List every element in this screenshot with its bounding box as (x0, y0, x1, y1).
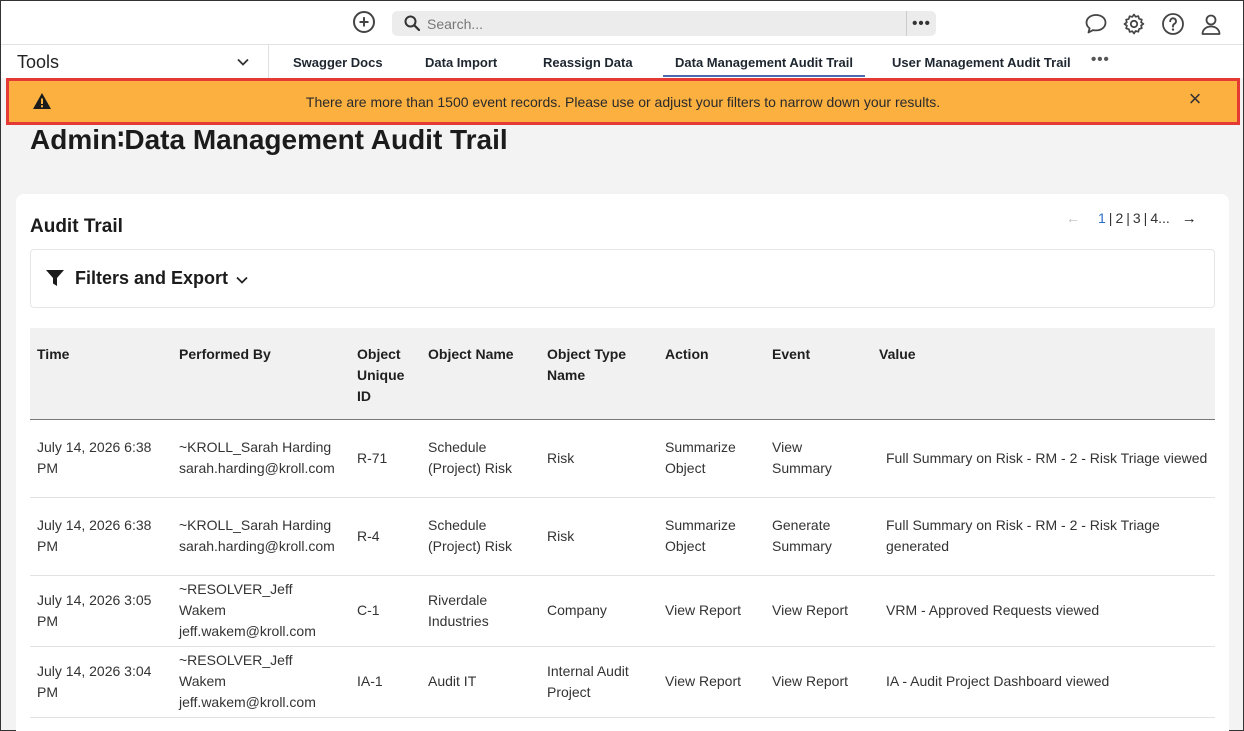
cell-object-id: C-1 (357, 602, 380, 618)
column-header-action[interactable]: Action (658, 328, 765, 419)
column-header-performed-by[interactable]: Performed By (172, 328, 350, 419)
cell-performed-by: ~KROLL_Sarah Harding sarah.harding@kroll.… (172, 419, 350, 497)
tab-data-management-audit-trail[interactable]: Data Management Audit Trail (663, 55, 865, 77)
tab-data-import[interactable]: Data Import (425, 55, 497, 70)
gear-icon[interactable] (1122, 12, 1146, 36)
search-icon (404, 15, 420, 31)
cell-object-id: IA-1 (357, 673, 383, 689)
cell-value: Full Summary on Risk - RM - 2 - Risk Tri… (886, 517, 1160, 554)
tab-reassign-data[interactable]: Reassign Data (543, 55, 633, 70)
column-header-object-name[interactable]: Object Name (421, 328, 540, 419)
column-header-value[interactable]: Value (872, 328, 1215, 419)
pagination: ← 1 | 2 | 3 | 4... → (1066, 210, 1197, 227)
audit-trail-card: Audit Trail ← 1 | 2 | 3 | 4... → Filters and Exp… (16, 194, 1229, 731)
performer-email: sarah.harding@kroll.com (179, 460, 335, 476)
cell-object-name: Schedule (Project) Risk (428, 439, 513, 476)
tab-swagger-docs[interactable]: Swagger Docs (293, 55, 383, 70)
card-title: Audit Trail (30, 216, 123, 237)
cell-value: VRM - Approved Requests viewed (886, 602, 1100, 618)
next-page-icon[interactable]: → (1182, 210, 1197, 227)
cell-action: Summarize Object (665, 439, 736, 476)
column-header-time[interactable]: Time (30, 328, 172, 419)
cell-time: July 14, 2026 3:04 PM (37, 662, 152, 700)
cell-object-type: Company (547, 602, 607, 618)
cell-event: View Summary (772, 439, 832, 476)
page-separator: | (1143, 210, 1148, 226)
page-title: Admin∶Data Management Audit Trail (30, 124, 508, 155)
cell-time: July 14, 2026 3:05 PM (37, 591, 152, 629)
cell-time: July 14, 2026 6:38 PM (37, 517, 152, 554)
cell-object-type: Internal Audit Project (547, 662, 629, 700)
search-more-icon[interactable]: ••• (906, 11, 936, 36)
performer-name: ~RESOLVER_Jeff Wakem (179, 581, 293, 618)
chevron-down-icon[interactable] (236, 55, 250, 69)
cell-value: IA - Audit Project Dashboard viewed (886, 673, 1110, 689)
user-icon[interactable] (1199, 12, 1223, 36)
search-box[interactable]: ••• (392, 11, 936, 36)
cell-object-name: Audit IT (428, 673, 477, 689)
cell-value: Full Summary on Risk - RM - 2 - Risk Tri… (886, 449, 1208, 466)
cell-action: Summarize Object (665, 517, 736, 554)
more-tabs-icon[interactable]: ••• (1091, 51, 1110, 68)
page-link-2[interactable]: 2 (1115, 210, 1123, 226)
cell-event: View Report (772, 673, 849, 689)
tab-user-management-audit-trail[interactable]: User Management Audit Trail (892, 55, 1071, 70)
filters-and-export-toggle[interactable]: Filters and Export (30, 249, 1215, 308)
table-row: July 14, 2026 3:04 PM ~RESOLVER_Jeff Wak… (30, 646, 1215, 717)
cell-object-type: Risk (547, 527, 575, 544)
cell-object-id: R-4 (357, 527, 380, 544)
tools-label[interactable]: Tools (17, 52, 59, 73)
alert-banner: There are more than 1500 event records. … (6, 78, 1240, 125)
help-icon[interactable] (1161, 12, 1185, 36)
page-ellipsis: ... (1158, 210, 1170, 226)
cell-performed-by: ~RESOLVER_Jeff Wakem jeff.wakem@kroll.com (172, 646, 350, 717)
performer-name: ~KROLL_Sarah Harding (179, 517, 332, 533)
cell-event: View Report (772, 602, 849, 618)
column-header-object-type-name[interactable]: Object Type Name (540, 328, 658, 419)
nav-divider (268, 45, 269, 78)
table-header-row: Time Performed By Object Unique ID Objec… (30, 328, 1215, 419)
table-row: July 14, 2026 3:05 PM ~RESOLVER_Jeff Wak… (30, 575, 1215, 646)
column-header-object-unique-id[interactable]: Object Unique ID (350, 328, 421, 419)
cell-action: View Report (665, 673, 742, 689)
performer-email: jeff.wakem@kroll.com (179, 694, 316, 710)
tools-nav: Tools Swagger Docs Data Import Reassign … (1, 45, 1243, 78)
cell-object-id: R-71 (357, 449, 388, 466)
cell-object-name: Schedule (Project) Risk (428, 517, 513, 554)
performer-name: ~KROLL_Sarah Harding (179, 439, 332, 455)
cell-object-type: Risk (547, 449, 575, 466)
cell-performed-by: ~KROLL_Sarah Harding sarah.harding@kroll.… (172, 497, 350, 575)
filter-icon (46, 270, 64, 286)
cell-object-name: Riverdale Industries (428, 591, 489, 629)
table-row: July 14, 2026 6:38 PM ~KROLL_Sarah Hardi… (30, 419, 1215, 497)
performer-email: sarah.harding@kroll.com (179, 538, 335, 554)
page-link-4[interactable]: 4 (1150, 210, 1158, 226)
chevron-down-icon (236, 276, 248, 284)
close-icon[interactable]: × (1185, 88, 1205, 110)
page-link-1[interactable]: 1 (1098, 210, 1106, 226)
filters-label: Filters and Export (75, 268, 229, 288)
cell-performed-by: ~RESOLVER_Jeff Wakem jeff.wakem@kroll.com (172, 575, 350, 646)
cell-event: Generate Summary (772, 517, 832, 554)
cell-time: July 14, 2026 6:38 PM (37, 439, 152, 476)
table-row: July 14, 2026 6:38 PM ~KROLL_Sarah Hardi… (30, 497, 1215, 575)
performer-name: ~RESOLVER_Jeff Wakem (179, 652, 293, 689)
prev-page-icon[interactable]: ← (1066, 210, 1080, 226)
page-separator: | (1126, 210, 1130, 226)
page-separator: | (1108, 210, 1113, 226)
chat-icon[interactable] (1084, 12, 1108, 36)
cell-action: View Report (665, 602, 742, 618)
column-header-event[interactable]: Event (765, 328, 872, 419)
performer-email: jeff.wakem@kroll.com (179, 623, 316, 639)
audit-table: Time Performed By Object Unique ID Objec… (30, 328, 1215, 718)
add-circle-icon[interactable]: + (353, 11, 375, 33)
search-input[interactable] (427, 13, 887, 34)
page-link-3[interactable]: 3 (1133, 210, 1141, 226)
alert-message: There are more than 1500 event records. … (305, 94, 941, 110)
top-bar: + ••• (1, 1, 1243, 45)
